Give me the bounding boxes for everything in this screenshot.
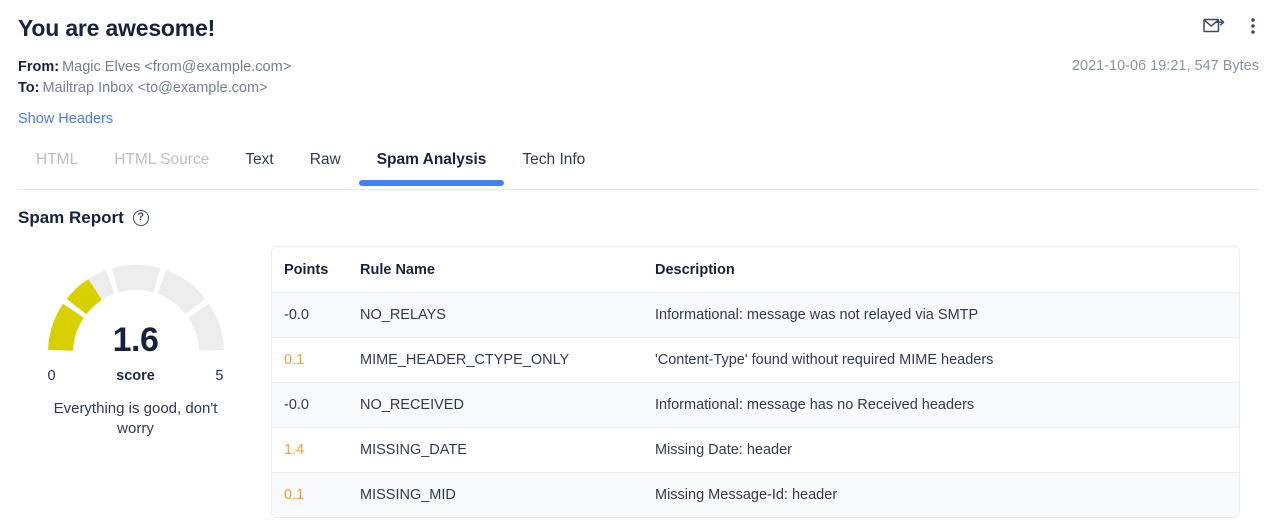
tab-html-source[interactable]: HTML Source: [96, 150, 227, 183]
cell-points: -0.0: [272, 383, 350, 428]
question-mark-icon[interactable]: ?: [133, 210, 149, 226]
gauge-arc-wrap: 1.6: [41, 252, 231, 362]
spam-rules-table: Points Rule Name Description -0.0NO_RELA…: [271, 246, 1240, 518]
cell-points: 1.4: [272, 428, 350, 473]
table-row: 0.1MIME_HEADER_CTYPE_ONLY'Content-Type' …: [272, 338, 1239, 383]
to-row: To:Mailtrap Inbox <to@example.com>: [18, 78, 1259, 99]
cell-points: -0.0: [272, 293, 350, 338]
column-header-rule-name: Rule Name: [350, 247, 645, 293]
from-value: Magic Elves <from@example.com>: [62, 59, 291, 75]
header-icon-row: [1072, 12, 1259, 40]
gauge-score-value: 1.6: [41, 321, 231, 360]
message-meta: 2021-10-06 19:21, 547 Bytes: [1072, 58, 1259, 74]
cell-rule-name: MISSING_MID: [350, 473, 645, 517]
cell-description: Missing Message-Id: header: [645, 473, 1239, 517]
spam-analysis-page: You are awesome! From:Magic Elves <from@…: [0, 0, 1277, 530]
column-header-description: Description: [645, 247, 1239, 293]
cell-rule-name: NO_RECEIVED: [350, 383, 645, 428]
cell-rule-name: NO_RELAYS: [350, 293, 645, 338]
kebab-menu-icon[interactable]: [1251, 17, 1255, 35]
spam-report-body: 1.6 0 score 5 Everything is good, don't …: [18, 246, 1259, 518]
tab-tech-info[interactable]: Tech Info: [504, 150, 603, 183]
header-actions: 2021-10-06 19:21, 547 Bytes: [1072, 12, 1259, 74]
from-label: From:: [18, 59, 59, 75]
table-body: -0.0NO_RELAYSInformational: message was …: [272, 293, 1239, 517]
cell-points: 0.1: [272, 473, 350, 517]
table-row: 0.1MISSING_MIDMissing Message-Id: header: [272, 473, 1239, 517]
tab-html[interactable]: HTML: [18, 150, 96, 183]
view-tabs: HTML HTML Source Text Raw Spam Analysis …: [18, 150, 1259, 190]
to-label: To:: [18, 80, 39, 96]
column-header-points: Points: [272, 247, 350, 293]
tab-raw[interactable]: Raw: [292, 150, 359, 183]
envelope-forward-icon[interactable]: [1203, 17, 1225, 35]
gauge-score-label: score: [41, 368, 231, 384]
show-headers-link[interactable]: Show Headers: [18, 111, 113, 127]
table-row: 1.4MISSING_DATEMissing Date: header: [272, 428, 1239, 473]
gauge-max-label: 5: [215, 368, 223, 384]
cell-description: Informational: message was not relayed v…: [645, 293, 1239, 338]
table-header-row: Points Rule Name Description: [272, 247, 1239, 293]
table-head: Points Rule Name Description: [272, 247, 1239, 293]
score-gauge: 1.6 0 score 5 Everything is good, don't …: [18, 246, 253, 439]
gauge-segment: [157, 270, 205, 314]
cell-description: Missing Date: header: [645, 428, 1239, 473]
tab-text[interactable]: Text: [227, 150, 291, 183]
cell-rule-name: MISSING_DATE: [350, 428, 645, 473]
gauge-scale: 0 score 5: [41, 368, 231, 388]
spam-rules-table-wrap: Points Rule Name Description -0.0NO_RELA…: [253, 246, 1259, 518]
cell-description: Informational: message has no Received h…: [645, 383, 1239, 428]
spam-report-title: Spam Report ?: [18, 208, 1259, 228]
cell-points: 0.1: [272, 338, 350, 383]
tab-spam-analysis[interactable]: Spam Analysis: [359, 150, 505, 183]
gauge-segment: [111, 265, 160, 292]
table-row: -0.0NO_RECEIVEDInformational: message ha…: [272, 383, 1239, 428]
cell-description: 'Content-Type' found without required MI…: [645, 338, 1239, 383]
message-header: You are awesome! From:Magic Elves <from@…: [18, 0, 1259, 128]
gauge-caption: Everything is good, don't worry: [38, 399, 233, 439]
table-row: -0.0NO_RELAYSInformational: message was …: [272, 293, 1239, 338]
cell-rule-name: MIME_HEADER_CTYPE_ONLY: [350, 338, 645, 383]
spam-report-heading: Spam Report: [18, 208, 124, 228]
to-value: Mailtrap Inbox <to@example.com>: [42, 80, 267, 96]
